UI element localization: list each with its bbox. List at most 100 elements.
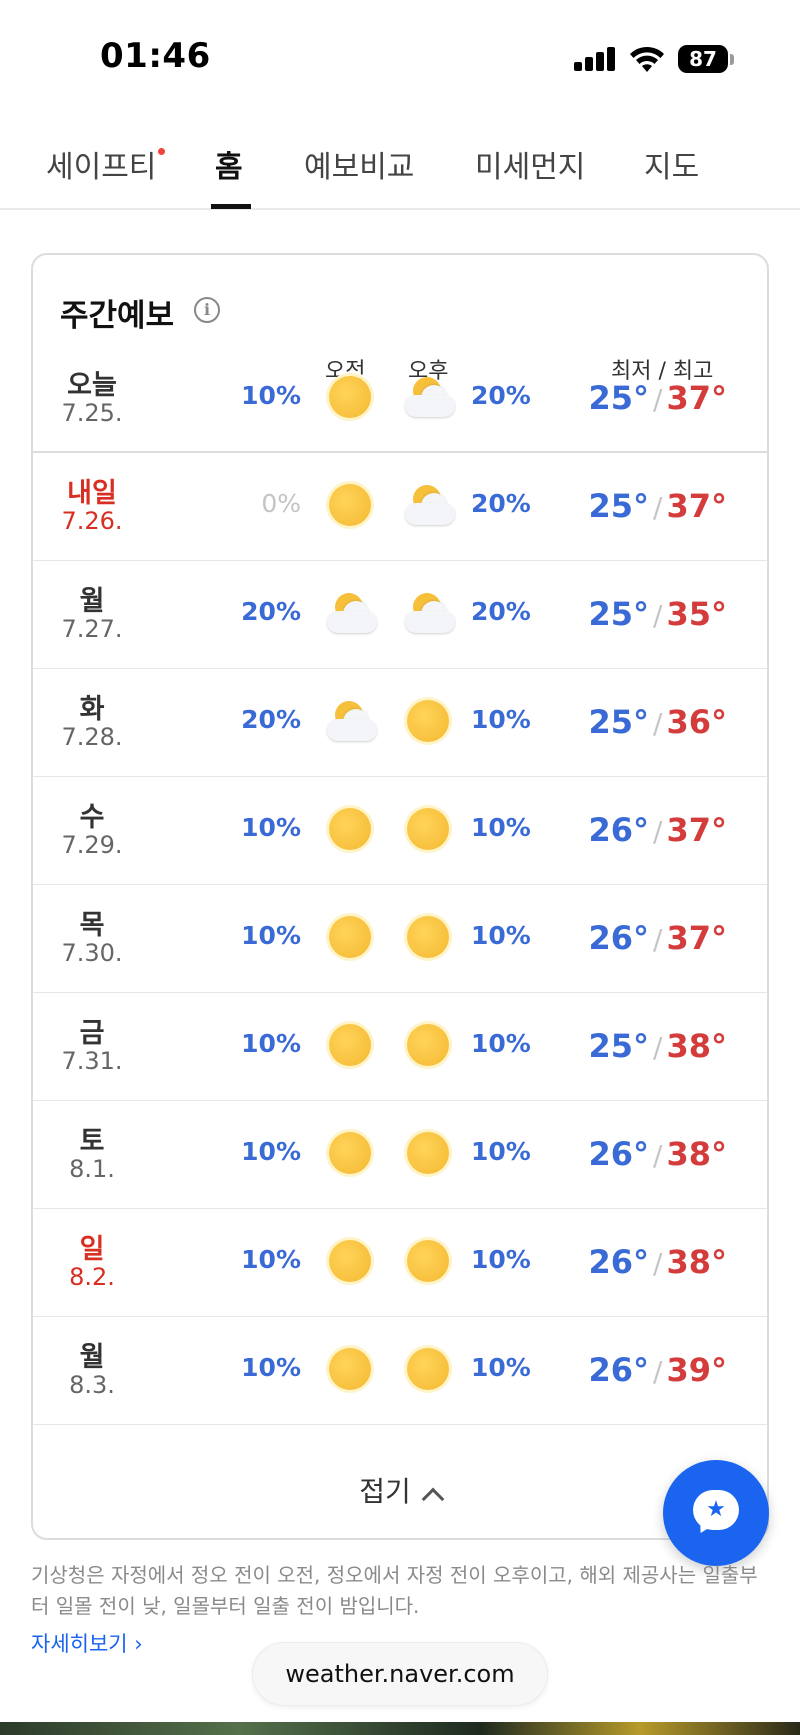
am-weather-icon	[323, 481, 377, 531]
forecast-row: 오늘 7.25. 10% 20% 25°/37°	[33, 345, 767, 453]
am-weather-icon	[323, 373, 377, 423]
url-bar[interactable]: weather.naver.com	[252, 1642, 548, 1706]
day-date: 7.29.	[61, 831, 123, 859]
partly-cloudy-icon	[323, 589, 379, 639]
sun-icon	[329, 1348, 371, 1390]
bottom-content-preview	[0, 1722, 800, 1735]
temp-separator: /	[653, 383, 663, 416]
temp-separator: /	[653, 815, 663, 848]
temp-separator: /	[653, 707, 663, 740]
pm-rain-chance: 10%	[471, 1137, 531, 1166]
day-name: 화	[79, 694, 105, 725]
day-date: 7.26.	[61, 507, 123, 535]
fold-button[interactable]: 접기	[33, 1445, 767, 1539]
am-weather-icon	[323, 1021, 377, 1071]
sun-icon	[407, 808, 449, 850]
temperature-range: 25°/35°	[589, 595, 728, 633]
pm-rain-chance: 10%	[471, 1029, 531, 1058]
day-name: 내일	[67, 478, 117, 509]
temperature-range: 25°/37°	[589, 487, 728, 525]
more-details-link[interactable]: 자세히보기 ›	[31, 1628, 143, 1658]
day-name: 일	[79, 1234, 105, 1265]
tab-map[interactable]: 지도	[644, 142, 699, 186]
am-rain-chance: 20%	[241, 705, 301, 734]
temp-separator: /	[653, 1031, 663, 1064]
am-rain-chance: 10%	[241, 921, 301, 950]
low-temp: 26°	[588, 811, 650, 849]
pm-weather-icon	[401, 805, 455, 855]
day-name: 월	[79, 586, 105, 617]
tab-home[interactable]: 홈	[215, 142, 243, 186]
pm-rain-chance: 10%	[471, 1353, 531, 1382]
day-name: 목	[79, 910, 105, 941]
day-date: 7.30.	[61, 939, 123, 967]
tab-bar: 세이프티 홈 예보비교 미세먼지 지도	[0, 120, 800, 210]
sun-icon	[329, 1024, 371, 1066]
temp-separator: /	[653, 923, 663, 956]
active-tab-indicator	[211, 204, 251, 209]
temperature-range: 25°/37°	[589, 379, 728, 417]
sun-icon	[407, 1348, 449, 1390]
temperature-range: 26°/39°	[589, 1351, 728, 1389]
am-rain-chance: 0%	[261, 489, 301, 518]
pm-rain-chance: 10%	[471, 813, 531, 842]
forecast-row: 월 7.27. 20% 20% 25°/35°	[33, 561, 767, 669]
low-temp: 25°	[588, 379, 650, 417]
high-temp: 37°	[666, 919, 727, 957]
forecast-row: 수 7.29. 10% 10% 26°/37°	[33, 777, 767, 885]
card-title: 주간예보	[60, 298, 175, 334]
high-temp: 37°	[666, 379, 727, 417]
low-temp: 26°	[588, 1243, 650, 1281]
chatbot-fab-button[interactable]: ★	[663, 1460, 769, 1566]
info-icon[interactable]: i	[194, 297, 220, 323]
temp-separator: /	[653, 599, 663, 632]
tab-fine-dust[interactable]: 미세먼지	[475, 142, 585, 186]
chevron-up-icon	[421, 1487, 445, 1511]
temp-separator: /	[653, 1139, 663, 1172]
sun-icon	[407, 916, 449, 958]
low-temp: 25°	[588, 487, 650, 525]
day-date: 7.28.	[61, 723, 123, 751]
am-weather-icon	[323, 805, 377, 855]
temperature-range: 26°/38°	[589, 1135, 728, 1173]
temp-separator: /	[653, 491, 663, 524]
forecast-row: 월 8.3. 10% 10% 26°/39°	[33, 1317, 767, 1425]
pm-weather-icon	[401, 481, 455, 531]
pm-weather-icon	[401, 1237, 455, 1287]
day-name: 금	[79, 1018, 105, 1049]
wifi-icon	[630, 46, 664, 72]
temp-separator: /	[653, 1355, 663, 1388]
day-date: 8.3.	[69, 1371, 115, 1399]
pm-rain-chance: 10%	[471, 1245, 531, 1274]
sun-icon	[329, 916, 371, 958]
pm-rain-chance: 20%	[471, 597, 531, 626]
pm-weather-icon	[401, 913, 455, 963]
pm-weather-icon	[401, 1129, 455, 1179]
low-temp: 26°	[588, 919, 650, 957]
am-weather-icon	[323, 697, 377, 747]
high-temp: 35°	[666, 595, 727, 633]
tab-forecast-compare[interactable]: 예보비교	[304, 142, 414, 186]
am-rain-chance: 10%	[241, 1029, 301, 1058]
weekly-forecast-card: 주간예보 i 오전 오후 최저 / 최고 오늘 7.25. 10% 20% 25°/37…	[31, 253, 769, 1540]
pm-weather-icon	[401, 1021, 455, 1071]
tab-safety[interactable]: 세이프티	[46, 142, 156, 186]
day-date: 8.1.	[69, 1155, 115, 1183]
partly-cloudy-icon	[401, 373, 457, 423]
low-temp: 26°	[588, 1351, 650, 1389]
battery-cap	[730, 54, 734, 65]
am-rain-chance: 10%	[241, 1245, 301, 1274]
am-weather-icon	[323, 1129, 377, 1179]
temperature-range: 25°/36°	[589, 703, 728, 741]
forecast-row: 금 7.31. 10% 10% 25°/38°	[33, 993, 767, 1101]
am-weather-icon	[323, 1237, 377, 1287]
low-temp: 25°	[588, 595, 650, 633]
temperature-range: 25°/38°	[589, 1027, 728, 1065]
sun-icon	[407, 1240, 449, 1282]
forecast-row: 목 7.30. 10% 10% 26°/37°	[33, 885, 767, 993]
status-time: 01:46	[100, 36, 211, 76]
temp-separator: /	[653, 1247, 663, 1280]
sun-icon	[329, 1132, 371, 1174]
sun-icon	[329, 484, 371, 526]
high-temp: 37°	[666, 487, 727, 525]
